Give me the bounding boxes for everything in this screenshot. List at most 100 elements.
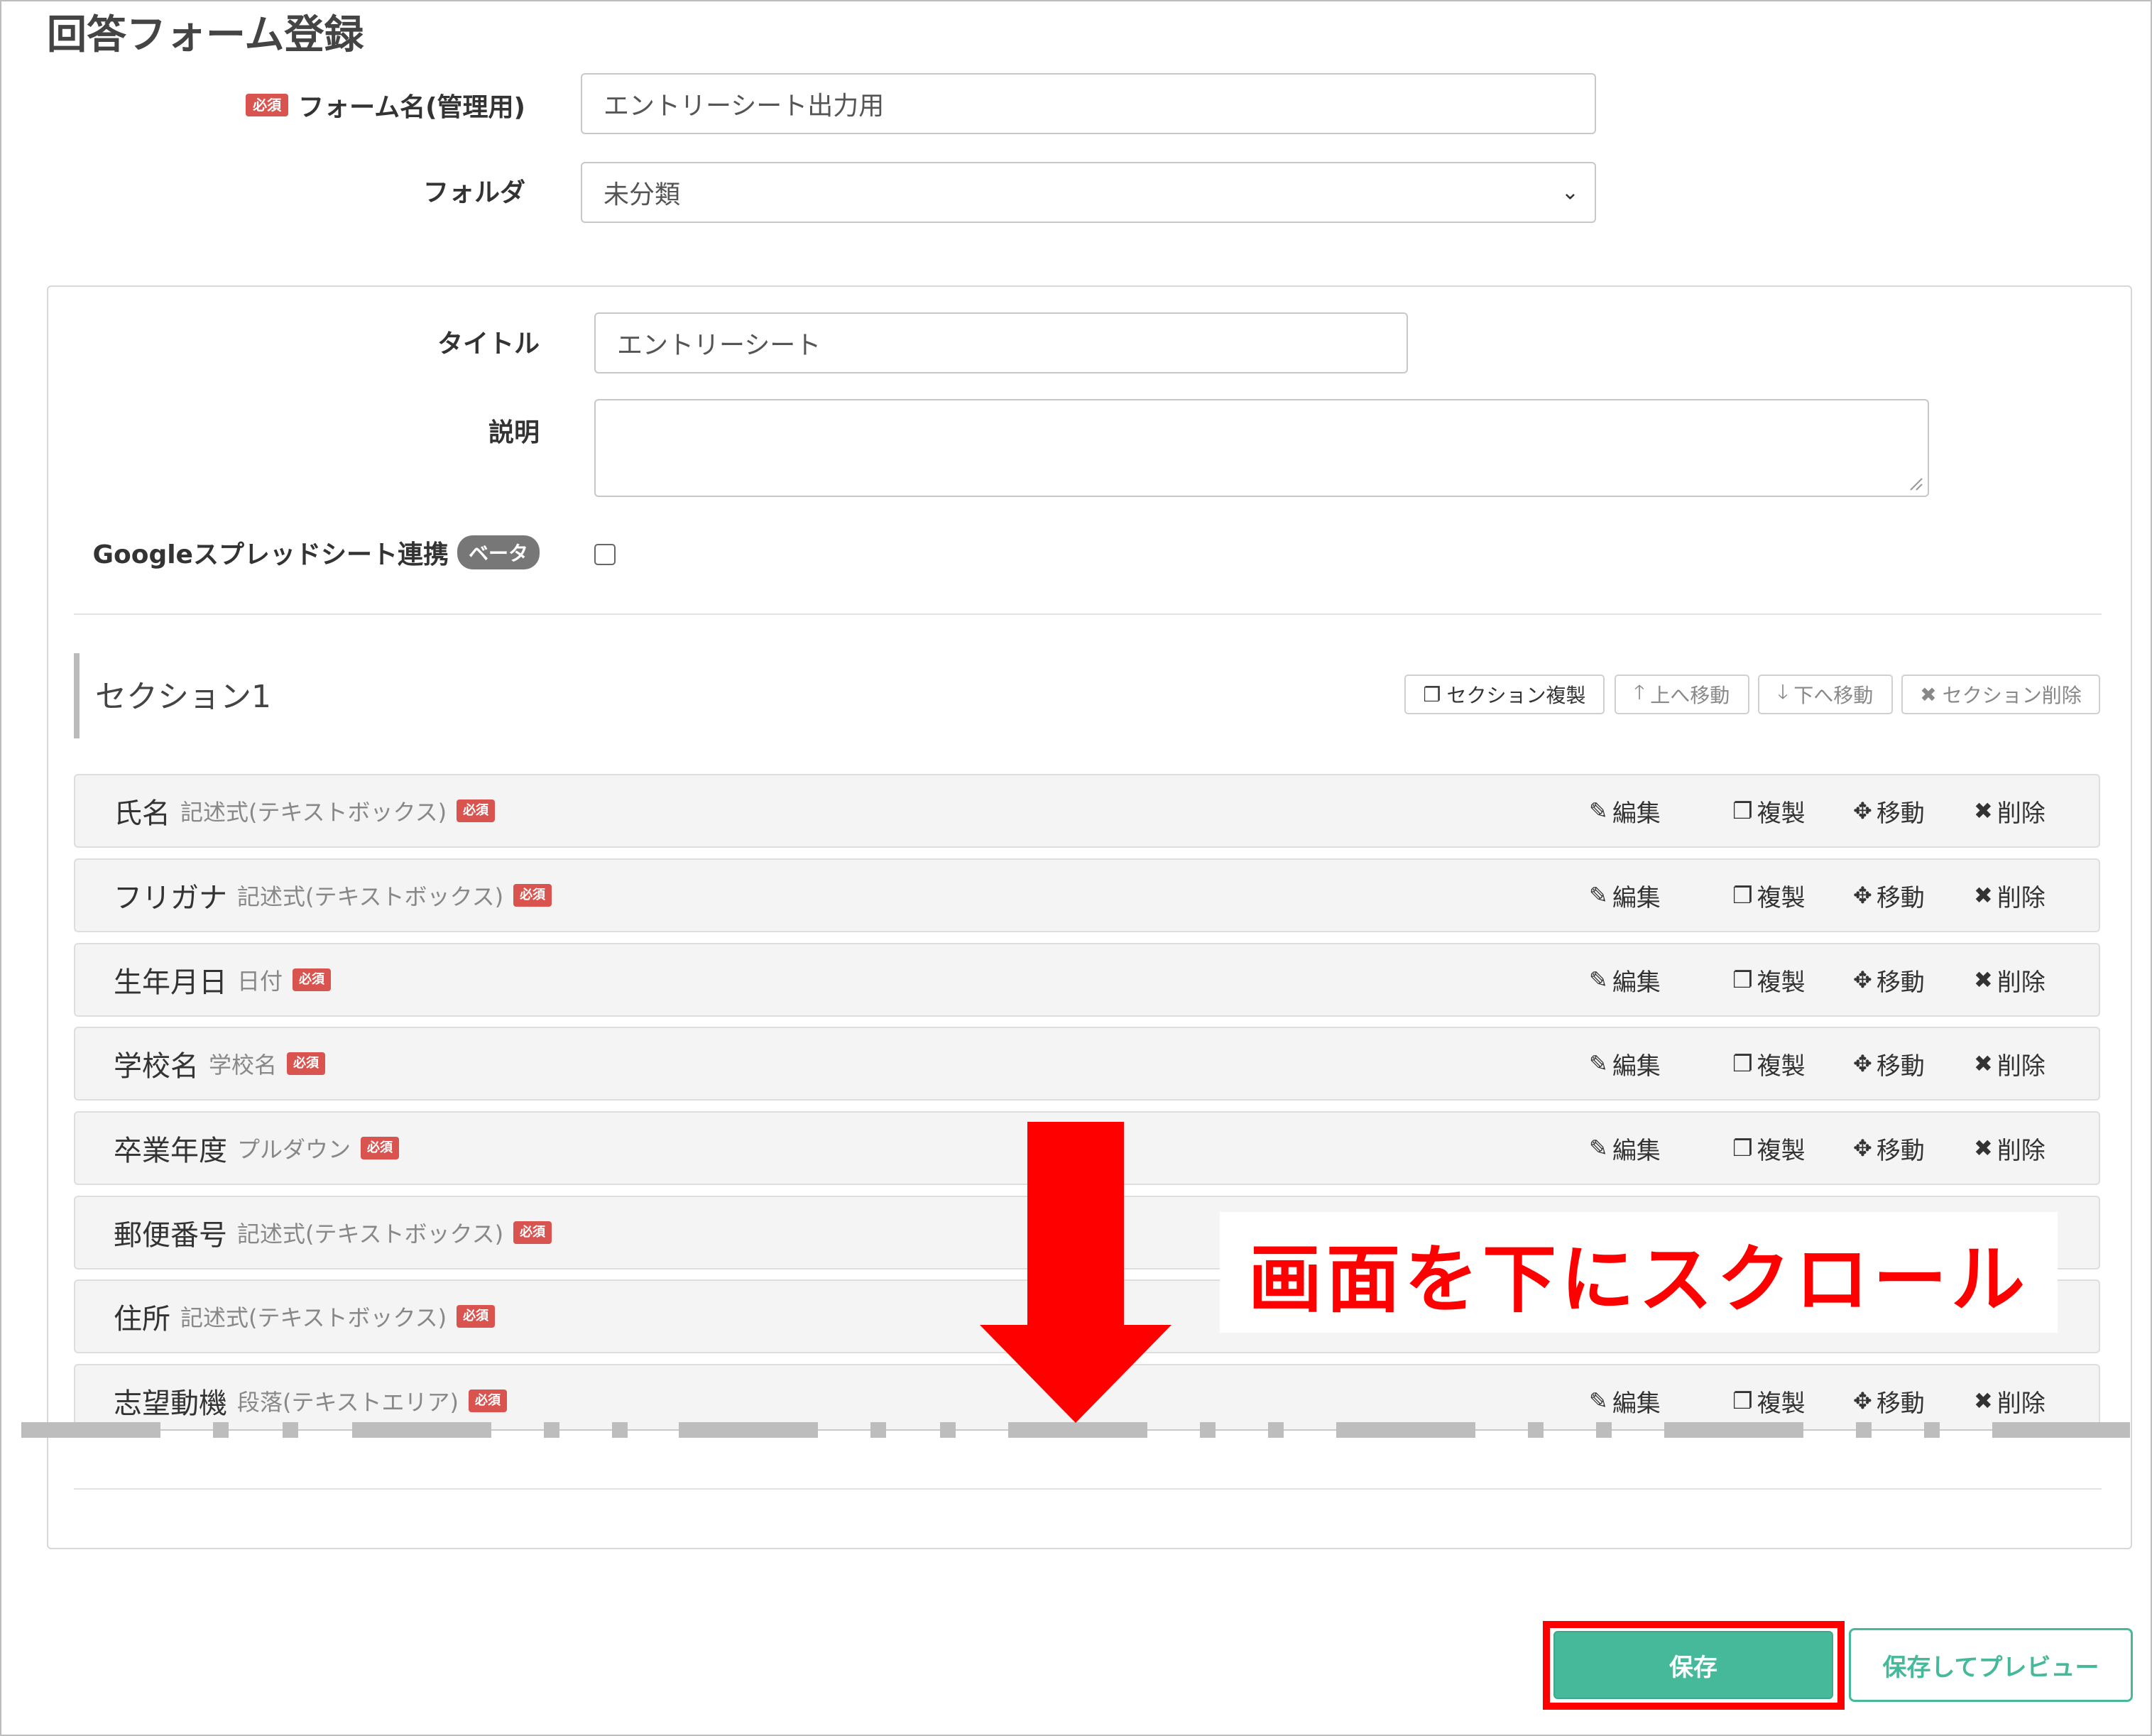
close-icon: ✖ [1974, 966, 1993, 993]
required-badge: 必須 [513, 884, 552, 907]
question-name-group: 生年月日 日付 必須 [114, 944, 332, 1015]
edit-label: 編集 [1612, 1052, 1661, 1081]
move-icon: ✥ [1853, 1387, 1872, 1414]
copy-icon: ❐ [1732, 1135, 1753, 1162]
edit-button[interactable]: ✎ 編集 [1589, 860, 1661, 931]
question-row[interactable]: フリガナ 記述式(テキストボックス) 必須 ✎ 編集 ❐ 複製 ✥ 移動 ✖ 削除 [74, 858, 2100, 932]
section-move-up-button[interactable]: 🡑 上へ移動 [1615, 675, 1749, 714]
folder-label: フォルダ [422, 178, 525, 207]
copy-icon: ❐ [1732, 797, 1753, 824]
copy-button[interactable]: ❐ 複製 [1732, 775, 1806, 846]
copy-label: 複製 [1757, 1389, 1806, 1418]
question-type: 日付 [237, 968, 283, 995]
section-copy-button[interactable]: ❐ セクション複製 [1404, 675, 1605, 714]
pencil-icon: ✎ [1589, 882, 1608, 909]
required-badge: 必須 [246, 94, 289, 116]
move-button[interactable]: ✥ 移動 [1853, 1113, 1925, 1184]
move-button[interactable]: ✥ 移動 [1853, 1365, 1925, 1429]
question-name-group: 住所 記述式(テキストボックス) 必須 [114, 1281, 496, 1352]
delete-label: 削除 [1997, 1136, 2046, 1165]
move-label: 移動 [1876, 883, 1925, 912]
pencil-icon: ✎ [1589, 1387, 1608, 1414]
delete-button[interactable]: ✖ 削除 [1974, 1365, 2046, 1429]
question-name: 氏名 [114, 797, 170, 830]
question-name-group: 卒業年度 プルダウン 必須 [114, 1113, 400, 1184]
question-name-group: 志望動機 段落(テキストエリア) 必須 [114, 1365, 508, 1429]
copy-button[interactable]: ❐ 複製 [1732, 1113, 1806, 1184]
copy-button[interactable]: ❐ 複製 [1732, 944, 1806, 1015]
title-value: エントリーシート [617, 331, 821, 360]
required-badge: 必須 [513, 1221, 552, 1244]
edit-button[interactable]: ✎ 編集 [1589, 1113, 1661, 1184]
save-button-highlight [1543, 1621, 1845, 1710]
edit-button[interactable]: ✎ 編集 [1589, 1365, 1661, 1429]
pencil-icon: ✎ [1589, 966, 1608, 993]
chevron-down-icon: ⌄ [1561, 180, 1579, 205]
close-icon: ✖ [1974, 797, 1993, 824]
folder-select[interactable]: 未分類 ⌄ [581, 162, 1596, 223]
delete-button[interactable]: ✖ 削除 [1974, 860, 2046, 931]
form-name-label-row: 必須 フォーム名(管理用) [241, 87, 525, 124]
copy-button[interactable]: ❐ 複製 [1732, 1365, 1806, 1429]
question-name-group: 郵便番号 記述式(テキストボックス) 必須 [114, 1197, 552, 1268]
edit-label: 編集 [1612, 799, 1661, 828]
save-and-preview-button[interactable]: 保存してプレビュー [1849, 1628, 2133, 1702]
question-name: フリガナ [114, 882, 227, 915]
section-move-down-button[interactable]: 🡓 下へ移動 [1758, 675, 1893, 714]
pencil-icon: ✎ [1589, 1050, 1608, 1077]
copy-label: 複製 [1757, 883, 1806, 912]
move-icon: ✥ [1853, 1050, 1872, 1077]
title-input[interactable]: エントリーシート [594, 312, 1408, 373]
edit-button[interactable]: ✎ 編集 [1589, 1028, 1661, 1099]
omission-cut-line [21, 1422, 2130, 1438]
move-button[interactable]: ✥ 移動 [1853, 775, 1925, 846]
sheets-label: Googleスプレッドシート連携 [92, 540, 449, 569]
question-row[interactable]: 学校名 学校名 必須 ✎ 編集 ❐ 複製 ✥ 移動 ✖ 削除 [74, 1027, 2100, 1101]
copy-label: 複製 [1757, 799, 1806, 828]
delete-button[interactable]: ✖ 削除 [1974, 1028, 2046, 1099]
edit-button[interactable]: ✎ 編集 [1589, 775, 1661, 846]
copy-label: 複製 [1757, 968, 1806, 997]
resize-handle-icon[interactable] [1908, 476, 1923, 491]
question-row[interactable]: 生年月日 日付 必須 ✎ 編集 ❐ 複製 ✥ 移動 ✖ 削除 [74, 943, 2100, 1017]
question-name-group: フリガナ 記述式(テキストボックス) 必須 [114, 860, 552, 931]
pencil-icon: ✎ [1589, 797, 1608, 824]
arrow-up-icon: 🡑 [1634, 680, 1645, 704]
form-name-label: フォーム名(管理用) [298, 93, 525, 122]
move-label: 移動 [1876, 1052, 1925, 1081]
section-move-up-label: 上へ移動 [1650, 684, 1730, 707]
copy-label: 複製 [1757, 1136, 1806, 1165]
page-title: 回答フォーム登録 [47, 12, 364, 58]
description-label: 説明 [488, 418, 540, 447]
copy-button[interactable]: ❐ 複製 [1732, 1028, 1806, 1099]
delete-label: 削除 [1997, 1052, 2046, 1081]
delete-button[interactable]: ✖ 削除 [1974, 775, 2046, 846]
sheets-checkbox[interactable] [594, 544, 616, 565]
move-icon: ✥ [1853, 966, 1872, 993]
form-name-input[interactable]: エントリーシート出力用 [581, 73, 1596, 134]
copy-icon: ❐ [1732, 1387, 1753, 1414]
copy-label: 複製 [1757, 1052, 1806, 1081]
question-name: 学校名 [114, 1050, 199, 1083]
question-row[interactable]: 氏名 記述式(テキストボックス) 必須 ✎ 編集 ❐ 複製 ✥ 移動 ✖ 削除 [74, 774, 2100, 848]
close-icon: ✖ [1974, 1387, 1993, 1414]
close-icon: ✖ [1920, 682, 1937, 706]
copy-button[interactable]: ❐ 複製 [1732, 860, 1806, 931]
required-badge: 必須 [287, 1052, 326, 1075]
section-title: セクション1 [95, 679, 271, 715]
delete-button[interactable]: ✖ 削除 [1974, 944, 2046, 1015]
move-icon: ✥ [1853, 882, 1872, 909]
move-button[interactable]: ✥ 移動 [1853, 1028, 1925, 1099]
question-type: 段落(テキストエリア) [237, 1389, 459, 1416]
close-icon: ✖ [1974, 882, 1993, 909]
delete-button[interactable]: ✖ 削除 [1974, 1113, 2046, 1184]
move-button[interactable]: ✥ 移動 [1853, 944, 1925, 1015]
question-type: 記述式(テキストボックス) [180, 799, 447, 826]
question-type: 記述式(テキストボックス) [237, 1221, 504, 1248]
description-textarea[interactable] [594, 399, 1929, 497]
move-button[interactable]: ✥ 移動 [1853, 860, 1925, 931]
delete-label: 削除 [1997, 968, 2046, 997]
edit-button[interactable]: ✎ 編集 [1589, 944, 1661, 1015]
copy-icon: ❐ [1732, 882, 1753, 909]
section-delete-button[interactable]: ✖ セクション削除 [1901, 675, 2100, 714]
